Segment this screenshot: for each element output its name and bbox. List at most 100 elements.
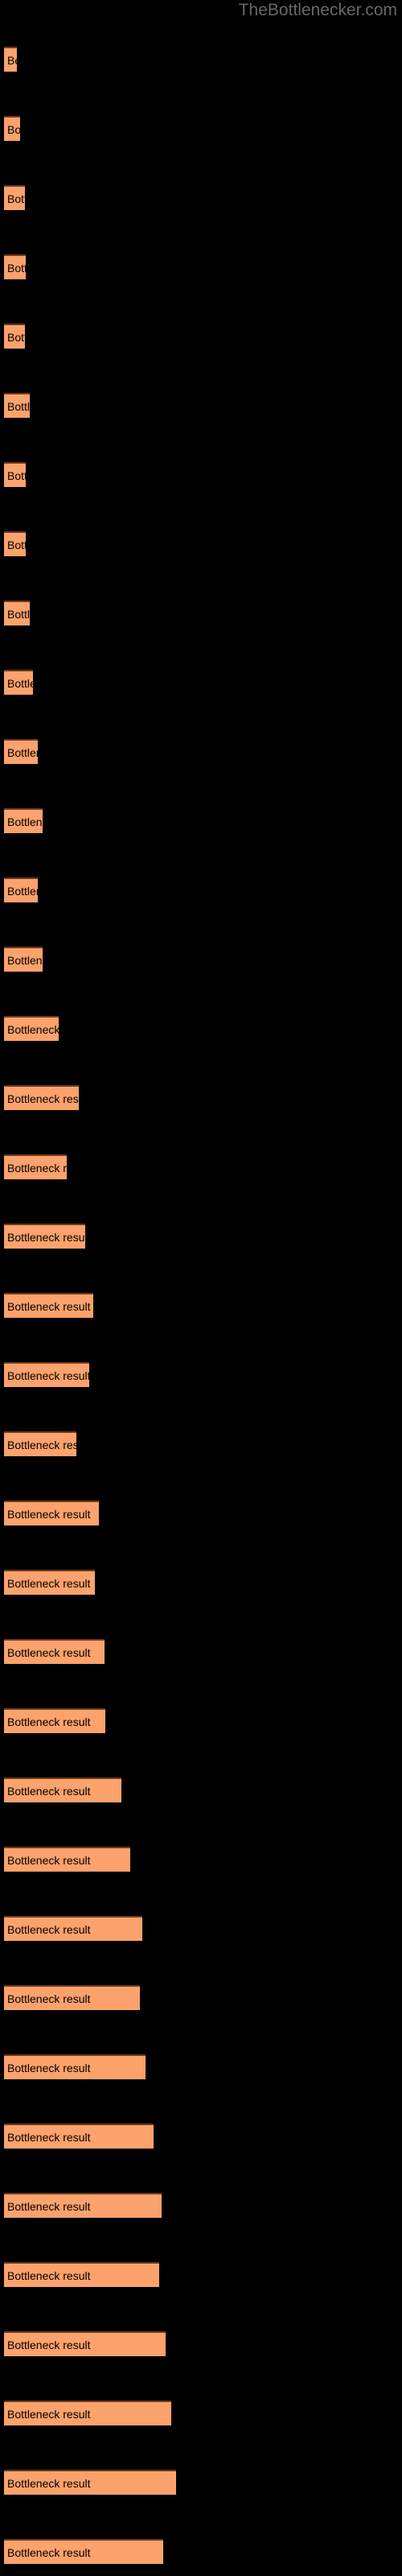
chart-bar: Bottleneck result <box>4 808 43 833</box>
bar-row: Bottleneck result <box>0 1847 402 1872</box>
bar-row: Bottleneck result <box>0 670 402 695</box>
chart-bar: Bottleneck result <box>4 1777 121 1802</box>
bar-label: Bottleneck result <box>7 1992 91 2005</box>
chart-bar: Bottleneck result <box>4 1708 105 1733</box>
chart-bar: Bottleneck result <box>4 1293 93 1318</box>
chart-bar: Bottleneck result <box>4 1085 79 1110</box>
bar-label: Bottleneck result <box>7 1922 91 1936</box>
bar-row: Bottleneck result <box>0 1293 402 1318</box>
bar-row: Bottleneck result <box>0 324 402 349</box>
bar-label: Bottleneck result <box>7 53 17 67</box>
bar-label: Bottleneck result <box>7 676 33 690</box>
bar-row: Bottleneck result <box>0 1570 402 1595</box>
chart-bar: Bottleneck result <box>4 947 43 972</box>
chart-bar: Bottleneck result <box>4 1847 130 1872</box>
bar-label: Bottleneck result <box>7 953 43 967</box>
chart-bar: Bottleneck result <box>4 116 20 141</box>
bar-row: Bottleneck result <box>0 1431 402 1456</box>
chart-bar: Bottleneck result <box>4 2539 163 2564</box>
chart-bar: Bottleneck result <box>4 1224 85 1249</box>
chart-bar: Bottleneck result <box>4 2401 171 2425</box>
bar-row: Bottleneck result <box>0 808 402 833</box>
chart-bar: Bottleneck result <box>4 47 17 72</box>
chart-bar: Bottleneck result <box>4 601 30 625</box>
chart-bar: Bottleneck result <box>4 2054 146 2079</box>
chart-bar: Bottleneck result <box>4 185 25 210</box>
chart-bar: Bottleneck result <box>4 462 26 487</box>
bar-row: Bottleneck result <box>0 531 402 556</box>
chart-bar: Bottleneck result <box>4 324 25 349</box>
bar-label: Bottleneck result <box>7 1438 76 1451</box>
chart-bar: Bottleneck result <box>4 1916 142 1941</box>
bar-label: Bottleneck result <box>7 122 20 136</box>
bar-label: Bottleneck result <box>7 1092 79 1105</box>
bar-row: Bottleneck result <box>0 2193 402 2218</box>
bar-row: Bottleneck result <box>0 877 402 902</box>
bar-label: Bottleneck result <box>7 1299 91 1313</box>
bar-chart: Bottleneck result Bottleneck result Bottle… <box>0 0 402 2576</box>
bar-row: Bottleneck result <box>0 116 402 141</box>
bar-label: Bottleneck result <box>7 2061 91 2074</box>
bar-label: Bottleneck result <box>7 2476 91 2490</box>
bar-label: Bottleneck result <box>7 607 30 621</box>
bar-label: Bottleneck result <box>7 330 25 344</box>
bar-row: Bottleneck result <box>0 2539 402 2564</box>
bar-label: Bottleneck result <box>7 2407 91 2421</box>
bar-row: Bottleneck result <box>0 1985 402 2010</box>
chart-bar: Bottleneck result <box>4 1431 76 1456</box>
bar-row: Bottleneck result <box>0 2262 402 2287</box>
chart-bar: Bottleneck result <box>4 2262 159 2287</box>
bar-row: Bottleneck result <box>0 947 402 972</box>
chart-bar: Bottleneck result <box>4 2331 166 2356</box>
chart-bar: Bottleneck result <box>4 877 38 902</box>
bar-row: Bottleneck result <box>0 2054 402 2079</box>
chart-bar: Bottleneck result <box>4 531 26 556</box>
chart-bar: Bottleneck result <box>4 254 26 279</box>
bar-label: Bottleneck result <box>7 1715 91 1728</box>
bar-row: Bottleneck result <box>0 739 402 764</box>
bar-label: Bottleneck result <box>7 1368 89 1382</box>
chart-bar: Bottleneck result <box>4 1570 95 1595</box>
chart-bar: Bottleneck result <box>4 2193 162 2218</box>
bar-row: Bottleneck result <box>0 2470 402 2495</box>
bar-row: Bottleneck result <box>0 2331 402 2356</box>
bar-label: Bottleneck result <box>7 2338 91 2351</box>
chart-bar: Bottleneck result <box>4 670 33 695</box>
bar-label: Bottleneck result <box>7 261 26 275</box>
bar-label: Bottleneck result <box>7 745 38 759</box>
chart-bar: Bottleneck result <box>4 1362 89 1387</box>
bar-row: Bottleneck result <box>0 1708 402 1733</box>
chart-bar: Bottleneck result <box>4 2470 176 2495</box>
chart-bar: Bottleneck result <box>4 393 30 418</box>
bar-row: Bottleneck result <box>0 1916 402 1941</box>
bar-row: Bottleneck result <box>0 185 402 210</box>
bar-label: Bottleneck result <box>7 2199 91 2213</box>
bar-label: Bottleneck result <box>7 2268 91 2282</box>
bar-label: Bottleneck result <box>7 815 43 828</box>
chart-bar: Bottleneck result <box>4 1501 99 1525</box>
bar-row: Bottleneck result <box>0 1501 402 1525</box>
chart-bar: Bottleneck result <box>4 739 38 764</box>
page-root: TheBottlenecker.com Bottleneck resultBot… <box>0 0 402 2576</box>
bar-row: Bottleneck result <box>0 2401 402 2425</box>
bar-row: Bottleneck result <box>0 1777 402 1802</box>
bar-label: Bottleneck result <box>7 469 26 482</box>
bar-label: Bottleneck result <box>7 1853 91 1867</box>
bar-label: Bottleneck result <box>7 399 30 413</box>
bar-row: Bottleneck result <box>0 393 402 418</box>
bar-row: Bottleneck result <box>0 1016 402 1041</box>
bar-row: Bottleneck result <box>0 1224 402 1249</box>
bar-row: Bottleneck result <box>0 47 402 72</box>
bar-label: Bottleneck result <box>7 884 38 898</box>
chart-bar: Bottleneck result <box>4 1639 105 1664</box>
bar-label: Bottleneck result <box>7 1507 91 1521</box>
bar-label: Bottleneck result <box>7 2545 91 2559</box>
bar-row: Bottleneck result <box>0 254 402 279</box>
bar-row: Bottleneck result <box>0 462 402 487</box>
bar-row: Bottleneck result <box>0 1362 402 1387</box>
chart-bar: Bottleneck result <box>4 1985 140 2010</box>
bar-row: Bottleneck result <box>0 1154 402 1179</box>
bar-row: Bottleneck result <box>0 601 402 625</box>
bar-label: Bottleneck result <box>7 1784 91 1798</box>
bar-label: Bottleneck result <box>7 1645 91 1659</box>
